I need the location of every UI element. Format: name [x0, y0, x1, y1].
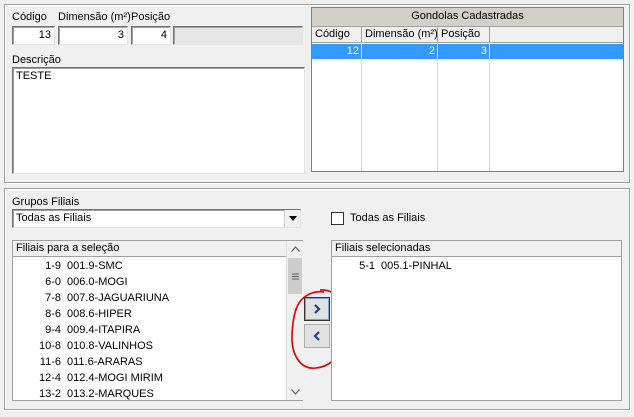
- filial-name: 013.2-MARQUES: [67, 388, 154, 400]
- list-item[interactable]: 5-1 005.1-PINHAL: [332, 258, 602, 274]
- descricao-label: Descrição: [12, 54, 61, 66]
- filial-code: 5-1: [359, 260, 375, 272]
- grip-icon: [291, 273, 299, 279]
- filial-code: 12-4: [38, 372, 61, 384]
- grid-col-dimensao[interactable]: Dimensão (m²): [362, 27, 438, 42]
- chevron-down-icon: [290, 389, 300, 395]
- gondolas-grid[interactable]: Gondolas Cadastradas Código Dimensão (m²…: [311, 7, 624, 172]
- filial-name: 010.8-VALINHOS: [67, 340, 154, 352]
- list-item[interactable]: 7-8 007.8-JAGUARIUNA: [13, 290, 283, 306]
- posicao-extra-field: [173, 26, 303, 45]
- combo-dropdown-button[interactable]: [284, 210, 300, 227]
- grid-col-codigo[interactable]: Código: [312, 27, 362, 42]
- list-header: Filiais selecionadas: [332, 241, 621, 257]
- list-item[interactable]: 6-0 006.0-MOGI: [13, 274, 283, 290]
- codigo-field[interactable]: 13: [12, 26, 55, 45]
- posicao-label: Posição: [131, 11, 171, 23]
- dimensao-label: Dimensão (m²): [58, 11, 131, 23]
- filial-name: 008.6-HIPER: [67, 308, 132, 320]
- filial-code: 10-8: [38, 340, 61, 352]
- filial-name: 011.6-ARARAS: [67, 356, 143, 368]
- filial-name: 001.9-SMC: [67, 260, 123, 272]
- dimensao-field[interactable]: 3: [58, 26, 128, 45]
- chevron-down-icon: [288, 216, 297, 221]
- grid-title: Gondolas Cadastradas: [312, 8, 623, 27]
- filial-code: 6-0: [45, 276, 61, 288]
- descricao-field[interactable]: TESTE: [12, 67, 305, 174]
- list-item[interactable]: 9-4 009.4-ITAPIRA: [13, 322, 283, 338]
- filial-code: 7-8: [45, 292, 61, 304]
- todas-filiais-checkbox[interactable]: [331, 212, 344, 225]
- list-item[interactable]: 1-9 001.9-SMC: [13, 258, 283, 274]
- list-item[interactable]: 10-8 010.8-VALINHOS: [13, 338, 283, 354]
- grid-body: [312, 43, 623, 171]
- list-item[interactable]: 11-6 011.6-ARARAS: [13, 354, 283, 370]
- filial-name: 012.4-MOGI MIRIM: [67, 372, 163, 384]
- filial-name: 006.0-MOGI: [67, 276, 128, 288]
- filial-name: 009.4-ITAPIRA: [67, 324, 141, 336]
- filial-name: 005.1-PINHAL: [381, 260, 452, 272]
- filiais-disponiveis-list[interactable]: Filiais para a seleção 1-9 001.9-SMC 6-0 00…: [12, 240, 303, 401]
- grid-col-posicao[interactable]: Posição: [438, 27, 490, 42]
- chevron-up-icon: [290, 246, 300, 252]
- codigo-label: Código: [12, 11, 47, 23]
- list-item[interactable]: 8-6 008.6-HIPER: [13, 306, 283, 322]
- filial-code: 1-9: [45, 260, 61, 272]
- filiais-selecionadas-list[interactable]: Filiais selecionadas 5-1 005.1-PINHAL: [331, 240, 622, 401]
- filial-name: 007.8-JAGUARIUNA: [67, 292, 170, 304]
- grid-header: Código Dimensão (m²) Posição: [312, 27, 623, 43]
- scroll-down-button[interactable]: [287, 384, 303, 400]
- filial-code: 9-4: [45, 324, 61, 336]
- grupos-filiais-label: Grupos Filiais: [12, 196, 80, 208]
- todas-filiais-label[interactable]: Todas as Filiais: [350, 212, 425, 225]
- filial-code: 8-6: [45, 308, 61, 320]
- filial-code: 13-2: [38, 388, 61, 400]
- scroll-up-button[interactable]: [287, 241, 303, 257]
- grupos-filiais-combo[interactable]: Todas as Filiais: [12, 209, 301, 228]
- filial-code: 11-6: [39, 356, 61, 368]
- list-header: Filiais para a seleção: [13, 241, 286, 257]
- list-item[interactable]: 13-2 013.2-MARQUES: [13, 386, 283, 402]
- grid-cell-dimensao: 2: [362, 44, 438, 59]
- grupos-filiais-value: Todas as Filiais: [16, 212, 92, 224]
- grid-cell-posicao: 3: [438, 44, 490, 59]
- table-row[interactable]: 12 2 3: [312, 44, 623, 59]
- posicao-field[interactable]: 4: [131, 26, 171, 45]
- grid-cell-codigo: 12: [312, 44, 362, 59]
- list-item[interactable]: 12-4 012.4-MOGI MIRIM: [13, 370, 283, 386]
